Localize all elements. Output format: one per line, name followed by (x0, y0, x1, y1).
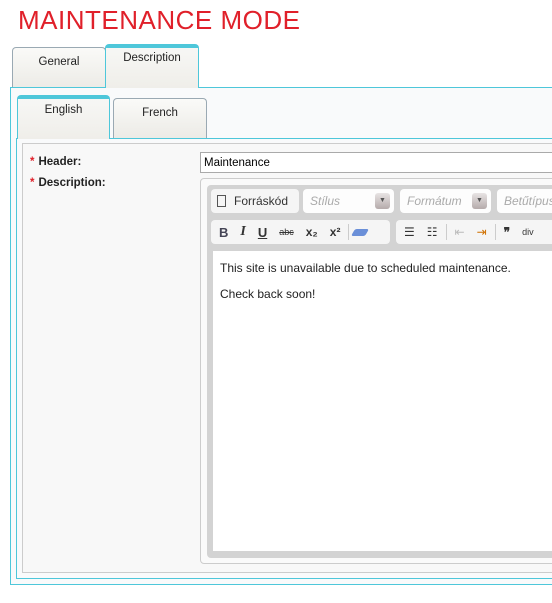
header-label-text: Header: (38, 156, 82, 168)
chevron-down-icon[interactable]: ▼ (375, 193, 390, 209)
bold-button[interactable]: B (215, 225, 232, 240)
content-paragraph: This site is unavailable due to schedule… (220, 261, 511, 275)
eraser-icon[interactable] (351, 228, 370, 236)
blockquote-button[interactable]: ❞ (500, 225, 514, 239)
description-label: * Description: (30, 177, 106, 189)
indent-button[interactable]: ⇥ (473, 225, 491, 239)
document-icon (217, 195, 226, 207)
italic-button[interactable]: I (236, 224, 249, 240)
tab-description[interactable]: Description (105, 44, 199, 88)
description-label-text: Description: (38, 177, 106, 189)
superscript-button[interactable]: x² (326, 225, 345, 239)
bullet-list-button[interactable]: ☷ (423, 225, 442, 239)
strikethrough-button[interactable]: abc (275, 227, 298, 237)
style-combo[interactable]: Stílus ▼ (303, 189, 394, 213)
source-label: Forráskód (234, 194, 289, 208)
content-paragraph: Check back soon! (220, 287, 316, 301)
header-input[interactable] (200, 152, 552, 173)
separator (445, 224, 447, 240)
separator (348, 224, 350, 240)
separator (494, 224, 496, 240)
list-toolbar: ☰ ☷ ⇤ ⇥ ❞ div (396, 220, 552, 244)
basic-styles-toolbar: B I U abc x₂ x² (211, 220, 390, 244)
header-label: * Header: (30, 156, 81, 168)
div-button[interactable]: div (518, 227, 538, 237)
source-button[interactable]: Forráskód (211, 189, 299, 213)
tab-french[interactable]: French (113, 98, 207, 138)
tab-general[interactable]: General (12, 47, 106, 88)
outdent-button[interactable]: ⇤ (451, 225, 469, 239)
required-mark: * (30, 156, 35, 168)
font-placeholder: Betűtípus (504, 194, 552, 208)
numbered-list-button[interactable]: ☰ (400, 225, 419, 239)
editor-content[interactable]: This site is unavailable due to schedule… (213, 251, 552, 551)
chevron-down-icon[interactable]: ▼ (472, 193, 487, 209)
underline-button[interactable]: U (254, 225, 271, 240)
tab-english[interactable]: English (17, 95, 110, 139)
required-mark: * (30, 177, 35, 189)
rich-text-editor: Forráskód Stílus ▼ Formátum ▼ Betűtípus B … (200, 178, 552, 564)
editor-frame: Forráskód Stílus ▼ Formátum ▼ Betűtípus B … (207, 185, 552, 558)
format-placeholder: Formátum (407, 194, 462, 208)
subscript-button[interactable]: x₂ (302, 225, 322, 239)
style-placeholder: Stílus (310, 194, 341, 208)
page-title: MAINTENANCE MODE (18, 5, 301, 35)
format-combo[interactable]: Formátum ▼ (400, 189, 491, 213)
font-combo[interactable]: Betűtípus (497, 189, 552, 213)
